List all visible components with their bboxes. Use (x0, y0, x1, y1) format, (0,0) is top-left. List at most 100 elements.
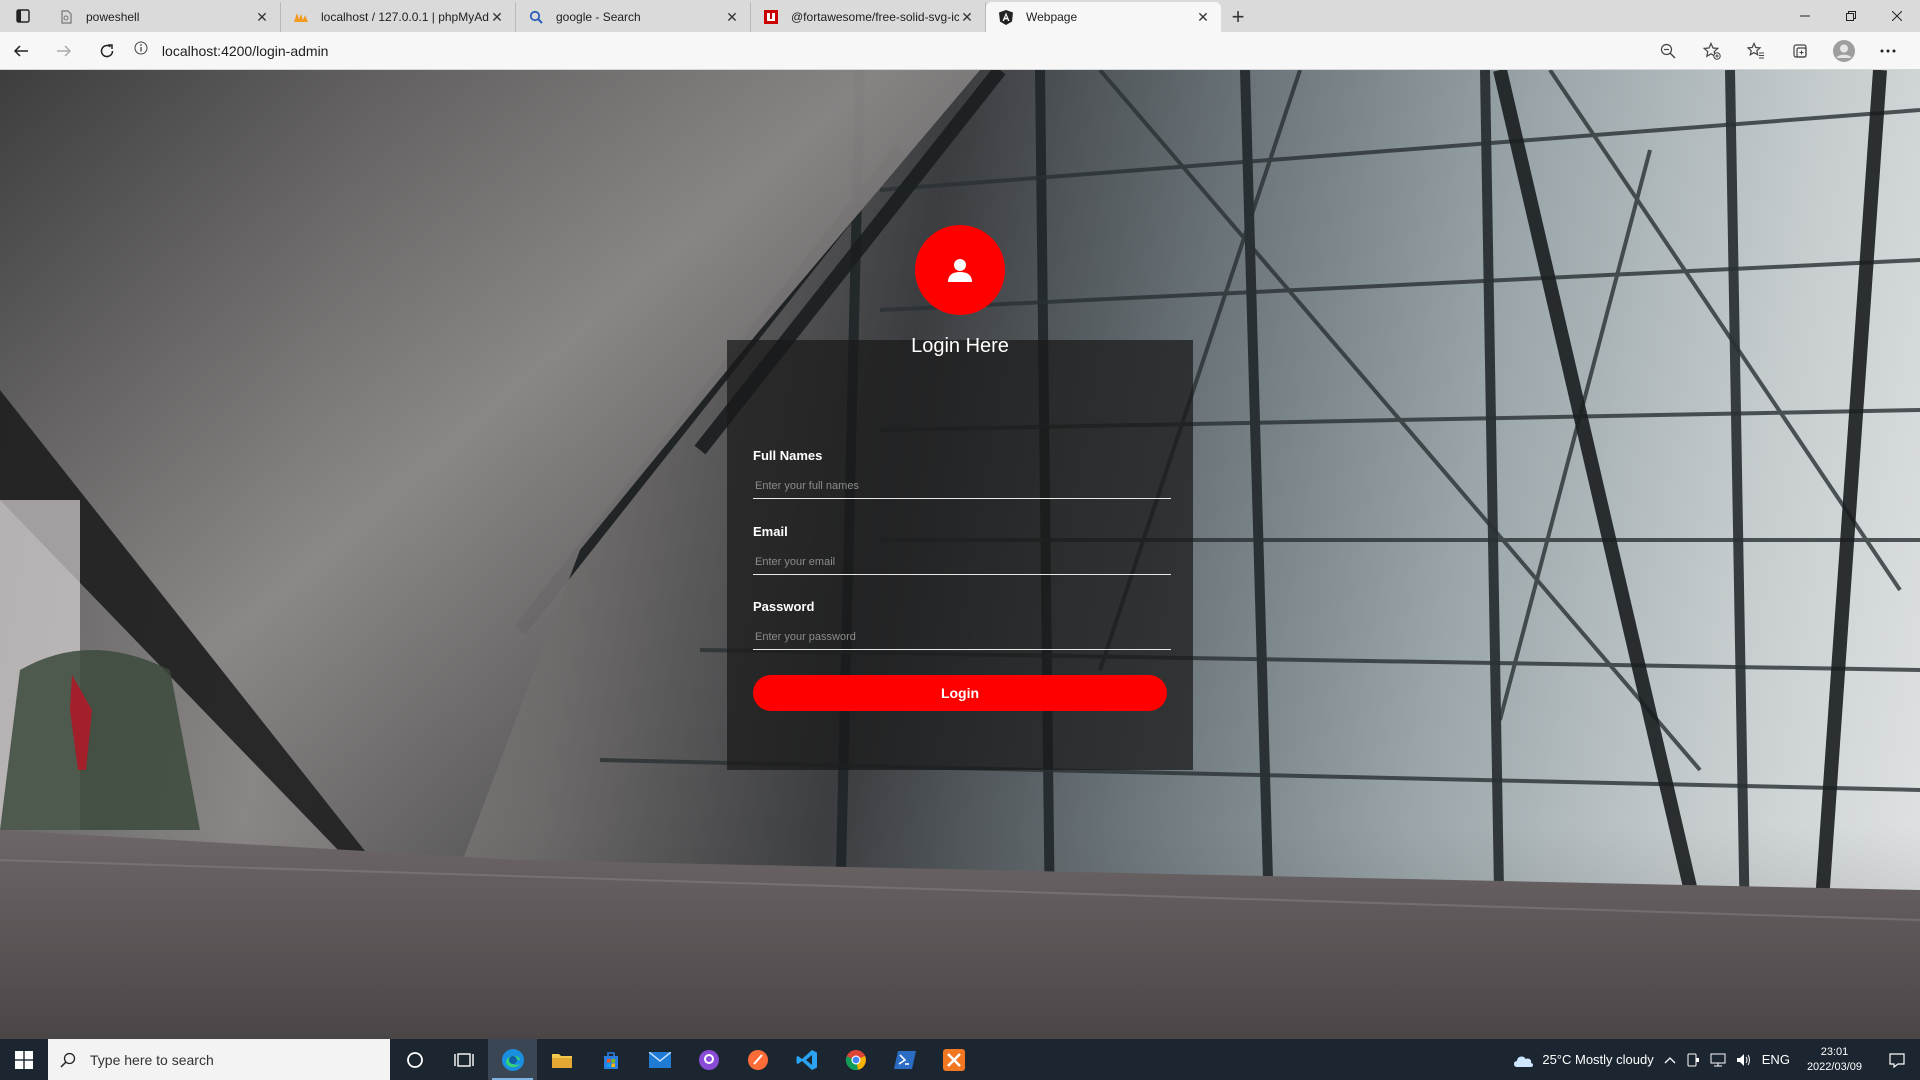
toolbar-right (1646, 35, 1920, 67)
postman-icon[interactable] (733, 1039, 782, 1080)
notifications-button[interactable] (1874, 1039, 1920, 1080)
star-add-icon (1703, 41, 1721, 60)
start-button[interactable] (0, 1039, 48, 1080)
forward-arrow-icon (56, 44, 72, 57)
profile-button[interactable] (1822, 35, 1866, 67)
zoom-out-button[interactable] (1646, 35, 1690, 67)
address-bar[interactable]: localhost:4200/login-admin (134, 36, 1646, 66)
tab-phpmyadmin[interactable]: localhost / 127.0.0.1 | phpMyAdmin ✕ (281, 2, 516, 32)
restore-icon (1846, 11, 1856, 21)
cortana-icon[interactable] (390, 1039, 439, 1080)
user-icon (948, 259, 972, 282)
add-favorite-button[interactable] (1690, 35, 1734, 67)
full-names-input[interactable] (753, 473, 1171, 499)
close-icon[interactable]: ✕ (959, 9, 975, 25)
favorites-button[interactable] (1734, 35, 1778, 67)
cloud-icon (1514, 1056, 1534, 1067)
tab-fortawesome[interactable]: @fortawesome/free-solid-svg-icons ✕ (751, 2, 986, 32)
vscode-icon[interactable] (782, 1039, 831, 1080)
language-indicator[interactable]: ENG (1757, 1039, 1795, 1080)
info-icon[interactable] (134, 41, 148, 60)
email-input[interactable] (753, 549, 1171, 575)
tab-actions-icon (16, 9, 30, 23)
close-icon[interactable]: ✕ (254, 9, 270, 25)
tab-actions-button[interactable] (0, 0, 46, 32)
password-label: Password (753, 599, 815, 614)
tab-title: google - Search (556, 10, 641, 24)
restore-button[interactable] (1828, 0, 1874, 32)
clock-time: 23:01 (1820, 1045, 1849, 1058)
clock-date: 2022/03/09 (1806, 1060, 1862, 1073)
collections-icon (1793, 43, 1807, 58)
tab-title: localhost / 127.0.0.1 | phpMyAdmin (321, 10, 489, 24)
weather-text: 25°C Mostly cloudy (1542, 1052, 1654, 1067)
back-button[interactable] (0, 35, 43, 67)
tab-webpage[interactable]: Webpage ✕ (986, 2, 1221, 32)
angular-icon (998, 9, 1014, 25)
more-icon (1880, 49, 1896, 52)
phpmyadmin-icon (293, 9, 309, 25)
chrome-icon[interactable] (831, 1039, 880, 1080)
notification-icon (1889, 1052, 1905, 1068)
mail-icon[interactable] (635, 1039, 684, 1080)
user-avatar (915, 225, 1005, 315)
new-tab-button[interactable]: + (1221, 2, 1255, 32)
powershell-icon[interactable] (880, 1039, 929, 1080)
weather-widget[interactable]: 25°C Mostly cloudy (1507, 1039, 1658, 1080)
clock[interactable]: 23:01 2022/03/09 (1795, 1045, 1874, 1075)
tab-title: Webpage (1026, 10, 1078, 24)
password-input[interactable] (753, 624, 1171, 650)
close-window-button[interactable] (1874, 0, 1920, 32)
password-field: Password (753, 599, 1171, 650)
login-title: Login Here (911, 335, 1009, 357)
browser-toolbar: localhost:4200/login-admin (0, 32, 1920, 70)
close-icon[interactable]: ✕ (1195, 9, 1211, 25)
close-icon (1892, 11, 1902, 21)
back-arrow-icon (14, 44, 29, 57)
store-icon[interactable] (586, 1039, 635, 1080)
window-controls (1782, 0, 1920, 32)
minimize-button[interactable] (1782, 0, 1828, 32)
close-icon[interactable]: ✕ (724, 9, 740, 25)
chevron-up-icon (1664, 1056, 1676, 1063)
search-icon (60, 1052, 76, 1068)
page-icon (58, 9, 74, 25)
system-tray: 25°C Mostly cloudy ENG 23:01 2022/03/09 (1507, 1039, 1920, 1080)
taskbar-search[interactable]: Type here to search (48, 1039, 390, 1080)
forward-button[interactable] (43, 35, 86, 67)
search-icon (528, 9, 544, 25)
windows-logo-icon (15, 1050, 33, 1069)
tab-title: @fortawesome/free-solid-svg-icons (791, 10, 959, 24)
edge-icon[interactable] (488, 1039, 537, 1080)
email-label: Email (753, 524, 788, 539)
tab-title: poweshell (86, 10, 140, 24)
close-icon[interactable]: ✕ (489, 9, 505, 25)
more-button[interactable] (1866, 35, 1910, 67)
task-view-icon[interactable] (439, 1039, 488, 1080)
collections-button[interactable] (1778, 35, 1822, 67)
meet-now-icon[interactable] (1681, 1039, 1705, 1080)
email-field: Email (753, 524, 1171, 575)
favorites-icon (1747, 41, 1764, 58)
github-desktop-icon[interactable] (684, 1039, 733, 1080)
npm-icon (763, 9, 779, 25)
login-button[interactable]: Login (753, 675, 1167, 711)
volume-icon[interactable] (1731, 1039, 1757, 1080)
taskbar: Type here to search 25°C Mostly cloudy E… (0, 1039, 1920, 1080)
refresh-button[interactable] (85, 35, 128, 67)
xampp-icon[interactable] (929, 1039, 978, 1080)
file-explorer-icon[interactable] (537, 1039, 586, 1080)
zoom-out-icon (1660, 43, 1676, 58)
url-text: localhost:4200/login-admin (161, 42, 329, 59)
browser-tab-strip: poweshell ✕ localhost / 127.0.0.1 | phpM… (0, 0, 1920, 32)
tab-google-search[interactable]: google - Search ✕ (516, 2, 751, 32)
network-icon[interactable] (1705, 1039, 1731, 1080)
refresh-icon (100, 43, 113, 57)
minimize-icon (1800, 15, 1810, 17)
show-hidden-icons-button[interactable] (1659, 1039, 1681, 1080)
full-names-label: Full Names (753, 448, 823, 463)
tab-poweshell[interactable]: poweshell ✕ (46, 2, 281, 32)
avatar-icon (1833, 39, 1855, 62)
full-names-field: Full Names (753, 448, 1171, 499)
taskbar-search-placeholder: Type here to search (90, 1051, 214, 1068)
